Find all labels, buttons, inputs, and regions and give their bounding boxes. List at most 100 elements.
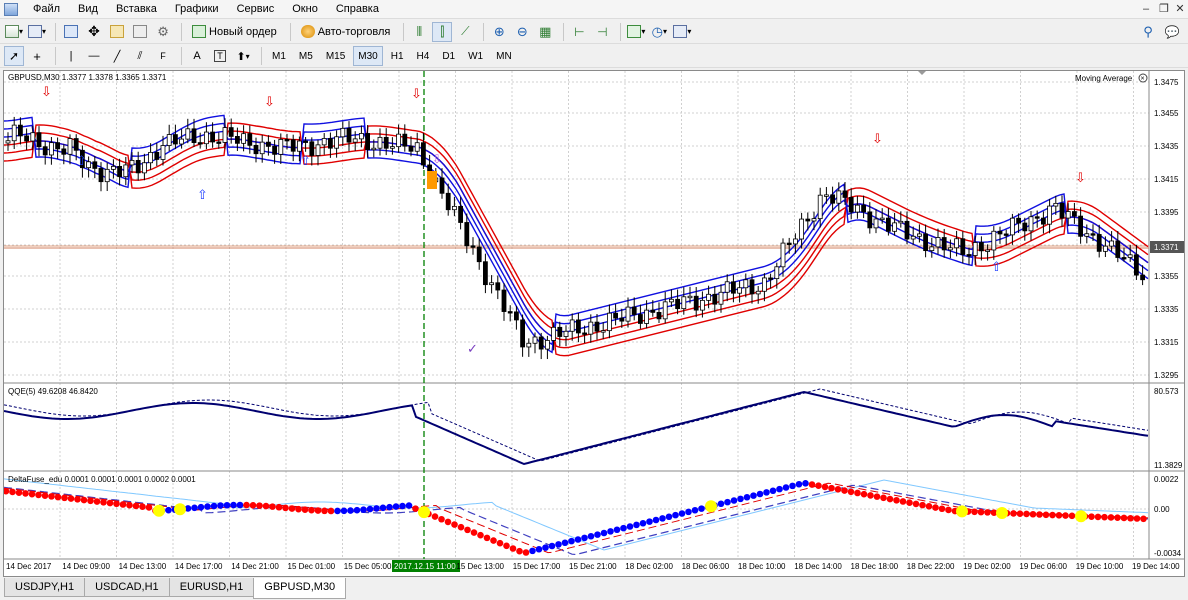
candle-body: [179, 138, 185, 145]
sell-arrow-icon: ⇩: [411, 86, 422, 101]
clock-icon: ◷: [651, 23, 663, 39]
moving-average-line: [3, 122, 1149, 357]
fuse-dot: [1029, 510, 1037, 518]
menu-tools[interactable]: Сервис: [228, 0, 284, 19]
menu-window[interactable]: Окно: [283, 0, 327, 19]
time-label: 18 Dec 06:00: [682, 562, 730, 571]
crosshair-button[interactable]: +: [27, 46, 47, 66]
fuse-dot: [873, 493, 881, 500]
terminal-button[interactable]: [130, 22, 150, 42]
chart-shift-button[interactable]: ⊢: [569, 22, 589, 42]
profiles-button[interactable]: ▾: [27, 22, 47, 42]
horizontal-line-button[interactable]: —: [84, 46, 104, 66]
timeframe-mn[interactable]: MN: [491, 46, 517, 66]
fuse-dot: [457, 523, 465, 531]
timeframe-m5[interactable]: M5: [294, 46, 318, 66]
auto-scroll-button[interactable]: ⊣: [592, 22, 612, 42]
text-button[interactable]: A: [187, 46, 207, 66]
tester-button[interactable]: ⚙: [153, 22, 173, 42]
new-chart-button[interactable]: ▾: [4, 22, 24, 42]
zoom-in-button[interactable]: ⊕: [489, 22, 509, 42]
menu-charts[interactable]: Графики: [166, 0, 228, 19]
menu-view[interactable]: Вид: [69, 0, 107, 19]
candle-body: [588, 321, 594, 335]
menu-insert[interactable]: Вставка: [107, 0, 166, 19]
restore-icon[interactable]: ❐: [1156, 2, 1172, 16]
arrows-button[interactable]: ⬆ ▾: [233, 46, 253, 66]
candlestick-button[interactable]: ⫿: [432, 21, 453, 42]
vertical-line-button[interactable]: |: [61, 46, 81, 66]
candle-body: [1090, 233, 1096, 236]
candle-body: [1047, 205, 1052, 225]
fuse-dot: [347, 507, 354, 514]
fuse-dot: [626, 523, 634, 530]
tile-windows-button[interactable]: ▦: [535, 22, 555, 42]
candle-body: [1053, 202, 1059, 207]
zoom-out-button[interactable]: ⊖: [512, 22, 532, 42]
fuse-dot: [295, 505, 302, 513]
data-window-button[interactable]: ✥: [84, 22, 104, 42]
timeframe-m15[interactable]: M15: [321, 46, 350, 66]
candle-body: [253, 144, 259, 155]
tab-gbpusd[interactable]: GBPUSD,M30: [253, 578, 347, 599]
fuse-dot: [880, 494, 887, 502]
market-watch-button[interactable]: [61, 22, 81, 42]
candle-body: [848, 197, 854, 213]
periods-button[interactable]: ◷ ▾: [649, 22, 669, 42]
candle-body: [1103, 245, 1108, 252]
timeframe-m1[interactable]: M1: [267, 46, 291, 66]
fuse-dot: [782, 484, 790, 491]
candle-body: [327, 138, 333, 149]
candle-body: [638, 314, 643, 324]
chart-window[interactable]: ⇩ ⇩ ⇩ ⇩ ⇩ ⇧ ⇧ ⇧ ⇧ ⇩ ✓ GBPUSD,M30 1.3377 1.3378 1.3…: [2, 70, 1185, 577]
toolbar-separator: [55, 47, 56, 65]
menu-help[interactable]: Справка: [327, 0, 388, 19]
new-order-button[interactable]: Новый ордер: [187, 22, 282, 42]
price-label: 1.3315: [1154, 338, 1179, 347]
candle-body: [892, 222, 897, 232]
candle-body: [1134, 254, 1139, 276]
tab-usdjpy[interactable]: USDJPY,H1: [4, 578, 86, 597]
indicator-name-label: Moving Average: [1075, 74, 1133, 83]
fuse-max-label: 0.0022: [1154, 475, 1179, 484]
tab-eurusd[interactable]: EURUSD,H1: [168, 578, 255, 597]
minimize-icon[interactable]: –: [1138, 2, 1154, 16]
templates-button[interactable]: ▾: [672, 22, 692, 42]
candle-body: [389, 146, 395, 149]
toolbar-separator: [620, 22, 622, 41]
fuse-dot: [672, 511, 679, 519]
cursor-button[interactable]: ➚: [4, 46, 24, 66]
menu-file[interactable]: Файл: [24, 0, 69, 19]
close-icon[interactable]: ✕: [1172, 2, 1188, 16]
candle-body: [991, 230, 997, 251]
line-chart-button[interactable]: ⟋: [455, 22, 475, 42]
auto-trading-button[interactable]: Авто-торговля: [296, 22, 396, 42]
price-label: 1.3455: [1154, 109, 1179, 118]
chart-shift-icon: ⊢: [574, 24, 585, 39]
trendline-button[interactable]: ╱: [107, 46, 127, 66]
timeframe-h1[interactable]: H1: [386, 46, 409, 66]
timeframe-w1[interactable]: W1: [463, 46, 488, 66]
indicators-button[interactable]: ▾: [626, 22, 646, 42]
fuse-dot: [581, 534, 588, 542]
text-label-button[interactable]: T: [210, 46, 230, 66]
fuse-dot: [821, 483, 829, 491]
chart-canvas[interactable]: ⇩ ⇩ ⇩ ⇩ ⇩ ⇧ ⇧ ⇧ ⇧ ⇩ ✓ GBPUSD,M30 1.3377 1.3378 1.3…: [2, 71, 1184, 576]
timeframe-m30[interactable]: M30: [353, 46, 383, 66]
navigator-button[interactable]: [107, 22, 127, 42]
timeframe-h4[interactable]: H4: [412, 46, 435, 66]
chart-shift-marker[interactable]: [918, 71, 926, 75]
timeframe-d1[interactable]: D1: [437, 46, 460, 66]
candle-body: [718, 291, 724, 305]
tab-usdcad[interactable]: USDCAD,H1: [84, 578, 170, 597]
bar-chart-button[interactable]: ⫴: [409, 22, 429, 42]
new-order-label: Новый ордер: [209, 25, 277, 38]
fibonacci-button[interactable]: F: [153, 46, 173, 66]
fuse-dot: [808, 481, 816, 488]
fuse-dot: [828, 484, 835, 492]
chat-button[interactable]: 💬: [1162, 22, 1182, 42]
fuse-dot: [652, 516, 660, 524]
candle-body: [117, 165, 122, 178]
channel-button[interactable]: ⫽: [130, 46, 150, 66]
search-button[interactable]: ⚲: [1138, 22, 1158, 42]
